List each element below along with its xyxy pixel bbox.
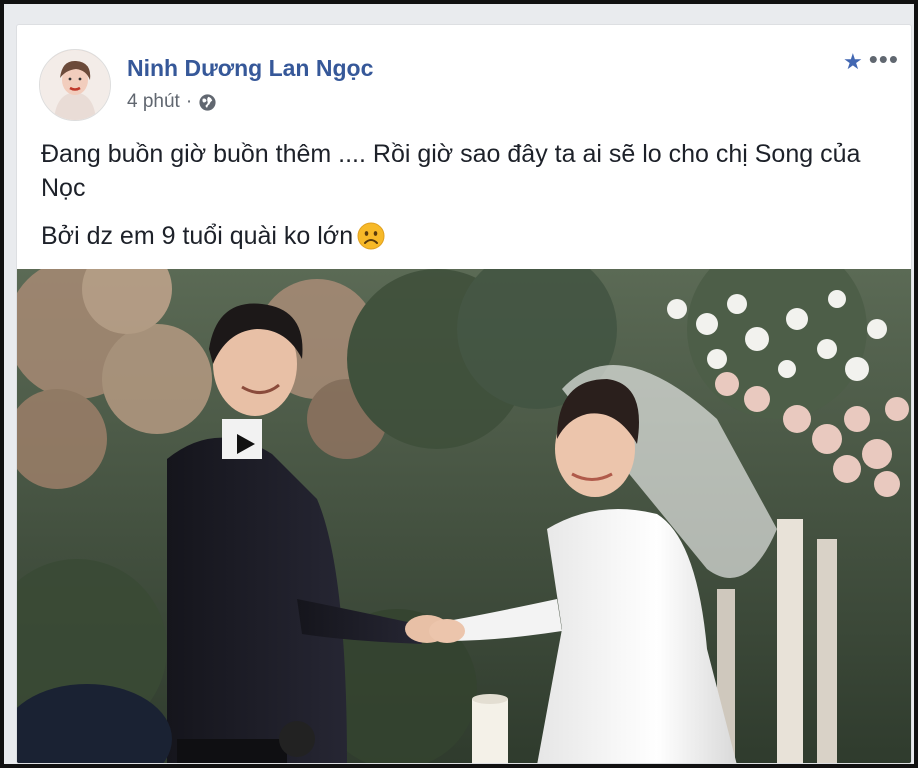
star-icon[interactable]: ★ bbox=[843, 51, 863, 73]
wedding-ceremony-image bbox=[17, 269, 911, 763]
post-top-actions: ★ ••• bbox=[843, 46, 899, 73]
post-text-line-2: Bởi dz em 9 tuổi quài ko lớn bbox=[41, 219, 887, 253]
globe-icon[interactable] bbox=[198, 93, 217, 112]
avatar-portrait bbox=[40, 50, 110, 120]
post-timestamp[interactable]: 4 phút bbox=[127, 91, 180, 113]
facebook-post-card: Ninh Dương Lan Ngọc 4 phút · ★ ••• Đang … bbox=[16, 24, 912, 764]
frowning-face-icon bbox=[357, 222, 385, 250]
meta-separator: · bbox=[185, 91, 193, 112]
post-meta: 4 phút · bbox=[127, 91, 217, 113]
screenshot-frame: Ninh Dương Lan Ngọc 4 phút · ★ ••• Đang … bbox=[4, 4, 914, 764]
author-avatar[interactable] bbox=[39, 49, 111, 121]
more-options-icon[interactable]: ••• bbox=[869, 46, 899, 72]
post-photo[interactable] bbox=[17, 269, 911, 763]
author-name-link[interactable]: Ninh Dương Lan Ngọc bbox=[127, 55, 373, 82]
post-body: Đang buồn giờ buồn thêm .... Rồi giờ sao… bbox=[41, 137, 887, 267]
post-text-line-2-text: Bởi dz em 9 tuổi quài ko lớn bbox=[41, 222, 354, 250]
post-text-line-1: Đang buồn giờ buồn thêm .... Rồi giờ sao… bbox=[41, 140, 861, 202]
